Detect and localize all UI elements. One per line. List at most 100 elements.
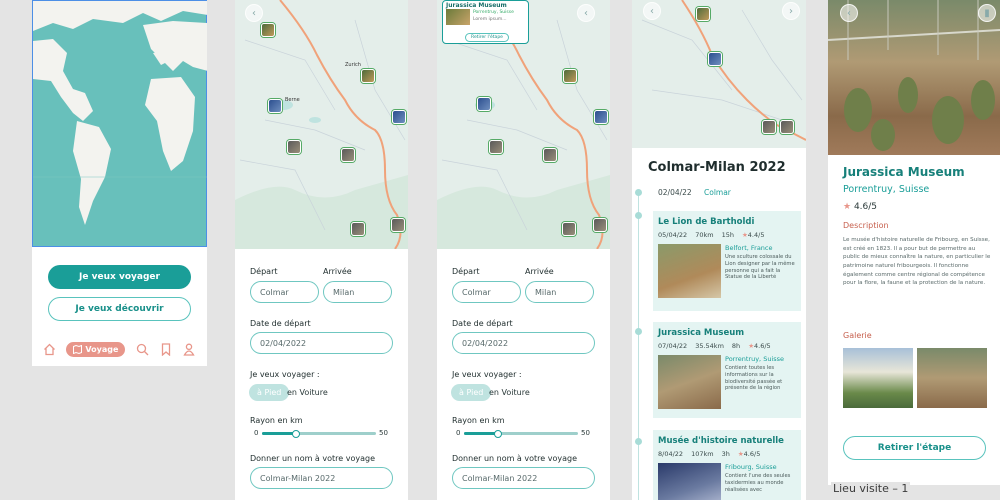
map-pin[interactable] bbox=[351, 222, 365, 236]
gallery-image[interactable] bbox=[843, 348, 913, 408]
depart-field[interactable]: Colmar bbox=[452, 281, 521, 303]
timeline-dot bbox=[635, 212, 642, 219]
route-map[interactable]: ‹ › bbox=[632, 0, 806, 148]
stop-name: Le Lion de Bartholdi bbox=[658, 217, 755, 227]
museum-rating-value: 4.6/5 bbox=[853, 202, 878, 212]
mode-label: Je veux voyager : bbox=[452, 370, 522, 379]
stop-thumbnail bbox=[658, 463, 721, 500]
stop-rating-value: 4.4/5 bbox=[747, 231, 765, 239]
stop-description: Contient toutes les informations sur la … bbox=[725, 365, 783, 392]
date-field[interactable]: 02/04/2022 bbox=[250, 332, 393, 354]
trip-name-field[interactable]: Colmar-Milan 2022 bbox=[452, 467, 595, 489]
map-icon bbox=[73, 344, 83, 354]
map-pin[interactable] bbox=[477, 97, 491, 111]
share-icon[interactable]: › bbox=[782, 2, 800, 20]
rayon-min: 0 bbox=[456, 429, 461, 437]
location-popup[interactable]: Jurassica Museum Porrentruy, Suisse Lore… bbox=[442, 0, 529, 44]
map-pin[interactable] bbox=[780, 120, 794, 134]
gallery-image[interactable] bbox=[917, 348, 987, 408]
map-pin[interactable] bbox=[391, 218, 405, 232]
rayon-slider-knob[interactable] bbox=[494, 429, 503, 438]
museum-description: Le musée d'histoire naturelle de Fribour… bbox=[843, 237, 991, 287]
stop-rating: ★4.6/5 bbox=[738, 450, 761, 458]
description-heading: Description bbox=[843, 221, 889, 230]
route-map[interactable]: Jurassica Museum Porrentruy, Suisse Lore… bbox=[437, 0, 610, 249]
place-detail-screen: ‹ ▮ Jurassica Museum Porrentruy, Suisse … bbox=[828, 0, 1000, 485]
bookmark-icon[interactable] bbox=[159, 342, 173, 356]
arrivee-field[interactable]: Milan bbox=[525, 281, 594, 303]
home-screen: Je veux voyager Je veux découvrir Voyage bbox=[32, 0, 207, 366]
home-icon[interactable] bbox=[43, 342, 57, 356]
map-pin[interactable] bbox=[341, 148, 355, 162]
name-label: Donner un nom à votre voyage bbox=[250, 454, 375, 463]
trip-name-field[interactable]: Colmar-Milan 2022 bbox=[250, 467, 393, 489]
stop-name: Jurassica Museum bbox=[658, 328, 745, 338]
frame-caption: Lieu visite – 1 bbox=[831, 482, 911, 495]
depart-field[interactable]: Colmar bbox=[250, 281, 319, 303]
world-map[interactable] bbox=[32, 0, 207, 247]
back-icon[interactable]: ‹ bbox=[577, 4, 595, 22]
map-pin[interactable] bbox=[563, 69, 577, 83]
mode-voiture-option[interactable]: en Voiture bbox=[287, 388, 328, 397]
map-pin[interactable] bbox=[392, 110, 406, 124]
stop-rating-value: 4.6/5 bbox=[743, 450, 761, 458]
map-label-zurich: Zurich bbox=[345, 62, 361, 68]
arrivee-label: Arrivée bbox=[525, 267, 554, 276]
rayon-min: 0 bbox=[254, 429, 259, 437]
rayon-max: 50 bbox=[581, 429, 590, 437]
stop-card[interactable]: Jurassica Museum 07/04/22 35.54km 8h ★4.… bbox=[653, 322, 801, 418]
mode-label: Je veux voyager : bbox=[250, 370, 320, 379]
stop-meta: 05/04/22 70km 15h ★4.4/5 bbox=[658, 231, 798, 239]
map-pin[interactable] bbox=[489, 140, 503, 154]
trip-start-city: Colmar bbox=[704, 188, 731, 197]
back-icon[interactable]: ‹ bbox=[643, 2, 661, 20]
stop-card[interactable]: Musée d'histoire naturelle 8/04/22 107km… bbox=[653, 430, 801, 500]
stop-rating: ★4.6/5 bbox=[748, 342, 771, 350]
map-pin[interactable] bbox=[268, 99, 282, 113]
user-icon[interactable] bbox=[182, 342, 196, 356]
stop-distance: 35.54km bbox=[695, 342, 724, 350]
stop-rating-value: 4.6/5 bbox=[754, 342, 771, 350]
date-field[interactable]: 02/04/2022 bbox=[452, 332, 595, 354]
back-icon[interactable]: ‹ bbox=[840, 4, 858, 22]
voyager-button[interactable]: Je veux voyager bbox=[48, 265, 191, 289]
popup-remove-button[interactable]: Retirer l'étape bbox=[465, 33, 509, 42]
stop-name: Musée d'histoire naturelle bbox=[658, 436, 784, 446]
arrivee-field[interactable]: Milan bbox=[323, 281, 392, 303]
decouvrir-button[interactable]: Je veux découvrir bbox=[48, 297, 191, 321]
stop-description: Une sculture colossale du Lion designer … bbox=[725, 254, 795, 281]
map-pin[interactable] bbox=[708, 52, 722, 66]
trip-title: Colmar-Milan 2022 bbox=[648, 160, 786, 175]
map-pin[interactable] bbox=[594, 110, 608, 124]
rayon-slider-fill bbox=[464, 432, 499, 435]
stop-duration: 3h bbox=[721, 450, 730, 458]
mode-voiture-option[interactable]: en Voiture bbox=[489, 388, 530, 397]
mode-pied-chip[interactable]: à Pied bbox=[451, 384, 492, 401]
nav-voyage-tab[interactable]: Voyage bbox=[66, 341, 126, 357]
mode-pied-chip[interactable]: à Pied bbox=[249, 384, 290, 401]
map-pin[interactable] bbox=[287, 140, 301, 154]
map-pin[interactable] bbox=[562, 222, 576, 236]
stop-rating: ★4.4/5 bbox=[742, 231, 765, 239]
popup-location: Porrentruy, Suisse bbox=[473, 10, 514, 15]
timeline-dot bbox=[635, 438, 642, 445]
route-map[interactable]: ‹ Zurich Berne bbox=[235, 0, 408, 249]
bookmark-icon[interactable]: ▮ bbox=[978, 4, 996, 22]
remove-stop-button[interactable]: Retirer l'étape bbox=[843, 436, 986, 460]
map-pin[interactable] bbox=[543, 148, 557, 162]
map-pin[interactable] bbox=[593, 218, 607, 232]
map-pin[interactable] bbox=[261, 23, 275, 37]
map-pin[interactable] bbox=[696, 7, 710, 21]
stop-location: Porrentruy, Suisse bbox=[725, 355, 785, 363]
stop-card[interactable]: Le Lion de Bartholdi 05/04/22 70km 15h ★… bbox=[653, 211, 801, 311]
star-icon: ★ bbox=[843, 202, 852, 212]
date-label: Date de départ bbox=[452, 319, 513, 328]
design-canvas: Je veux voyager Je veux découvrir Voyage bbox=[0, 0, 1000, 500]
back-icon[interactable]: ‹ bbox=[245, 4, 263, 22]
map-pin[interactable] bbox=[762, 120, 776, 134]
depart-label: Départ bbox=[250, 267, 278, 276]
search-icon[interactable] bbox=[135, 342, 149, 356]
map-pin[interactable] bbox=[361, 69, 375, 83]
stop-duration: 8h bbox=[731, 342, 741, 350]
rayon-slider-knob[interactable] bbox=[292, 429, 301, 438]
